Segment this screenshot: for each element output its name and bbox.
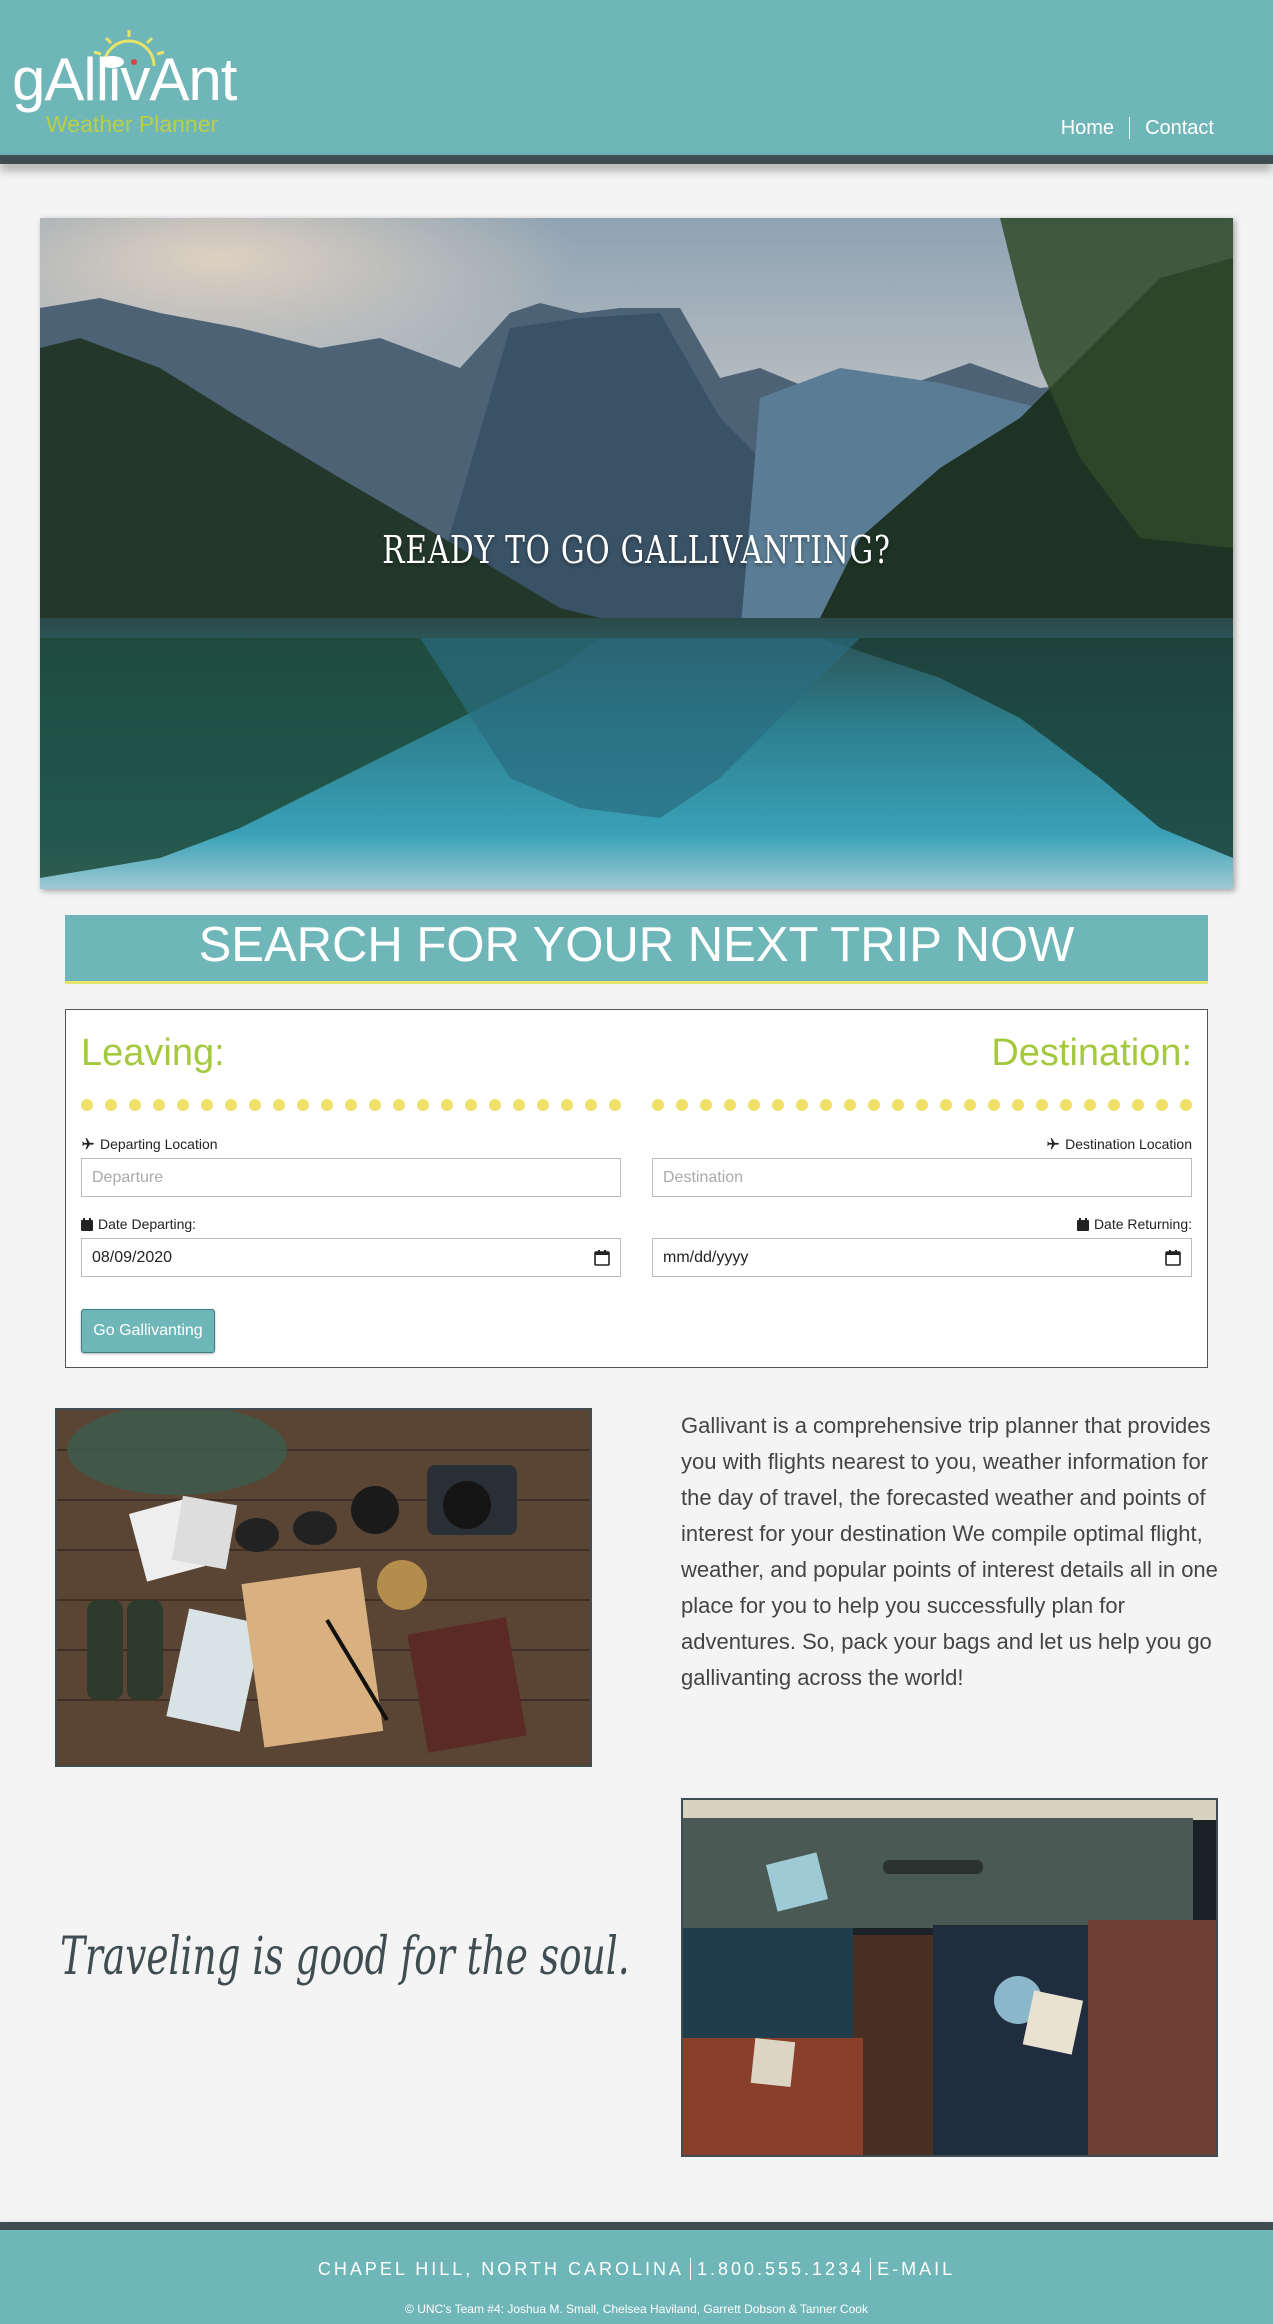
footer-divider — [0, 2222, 1273, 2230]
footer-email-link[interactable]: E-MAIL — [877, 2259, 955, 2280]
date-departing-label: Date Departing: — [81, 1216, 196, 1232]
footer-divider-2 — [870, 2258, 872, 2280]
about-description: Gallivant is a comprehensive trip planne… — [681, 1413, 1218, 1690]
calendar-picker-icon[interactable] — [594, 1249, 610, 1266]
go-gallivanting-button[interactable]: Go Gallivanting — [81, 1309, 215, 1353]
destination-location-label: Destination Location — [1046, 1136, 1192, 1152]
footer-contact-line: CHAPEL HILL, NORTH CAROLINA 1.800.555.12… — [0, 2258, 1273, 2280]
hero-image: READY TO GO GALLIVANTING? — [40, 218, 1233, 889]
hero-title: READY TO GO GALLIVANTING? — [382, 528, 891, 572]
site-footer: CHAPEL HILL, NORTH CAROLINA 1.800.555.12… — [0, 2230, 1273, 2324]
departing-location-label: Departing Location — [81, 1136, 218, 1152]
destination-dotted-divider — [652, 1099, 1192, 1113]
calendar-icon — [1076, 1217, 1089, 1231]
footer-copyright: © UNC's Team #4: Joshua M. Small, Chelse… — [405, 2302, 868, 2316]
date-returning-text: Date Returning: — [1093, 1216, 1192, 1232]
header-divider — [0, 155, 1273, 164]
calendar-icon — [81, 1217, 93, 1231]
date-departing-value: 08/09/2020 — [92, 1248, 173, 1266]
search-banner-title: SEARCH FOR YOUR NEXT TRIP NOW — [198, 918, 1075, 972]
date-departing-text: Date Departing: — [98, 1216, 197, 1232]
departing-location-text: Departing Location — [100, 1136, 218, 1152]
logo[interactable]: gAllivAnt Weather Planner — [12, 28, 252, 138]
trip-search-form: Leaving: Destination: Departing Location… — [65, 1009, 1208, 1368]
main-nav: Home Contact — [1061, 117, 1214, 139]
date-returning-value: mm/dd/yyyy — [663, 1248, 749, 1266]
travel-quote: Traveling is good for the soul. — [60, 1927, 630, 1987]
footer-location: CHAPEL HILL, NORTH CAROLINA — [317, 2258, 684, 2279]
date-returning-input[interactable]: mm/dd/yyyy — [652, 1238, 1192, 1277]
nav-home-link[interactable]: Home — [1061, 117, 1114, 139]
footer-phone[interactable]: 1.800.555.1234 — [697, 2259, 864, 2280]
search-banner: SEARCH FOR YOUR NEXT TRIP NOW — [65, 915, 1208, 984]
airplane-icon — [1047, 1138, 1059, 1150]
nav-contact-link[interactable]: Contact — [1145, 117, 1214, 139]
leaving-title: Leaving: — [81, 1032, 225, 1074]
destination-input[interactable]: Destination — [652, 1158, 1192, 1197]
logo-text: gAllivAnt — [12, 46, 237, 113]
calendar-picker-icon[interactable] — [1165, 1249, 1181, 1266]
footer-divider-1 — [689, 2258, 691, 2280]
vintage-luggage-image — [681, 1798, 1218, 2157]
destination-location-text: Destination Location — [1065, 1136, 1192, 1152]
travel-flatlay-image — [55, 1408, 592, 1767]
destination-title: Destination: — [991, 1032, 1192, 1074]
departure-input[interactable]: Departure — [81, 1158, 621, 1197]
logo-subtitle: Weather Planner — [46, 111, 219, 137]
date-departing-input[interactable]: 08/09/2020 — [81, 1238, 621, 1277]
site-header: gAllivAnt Weather Planner Home Contact — [0, 0, 1273, 155]
leaving-dotted-divider — [81, 1099, 621, 1113]
date-returning-label: Date Returning: — [1076, 1216, 1192, 1232]
airplane-icon — [82, 1138, 94, 1150]
nav-divider — [1129, 117, 1131, 139]
